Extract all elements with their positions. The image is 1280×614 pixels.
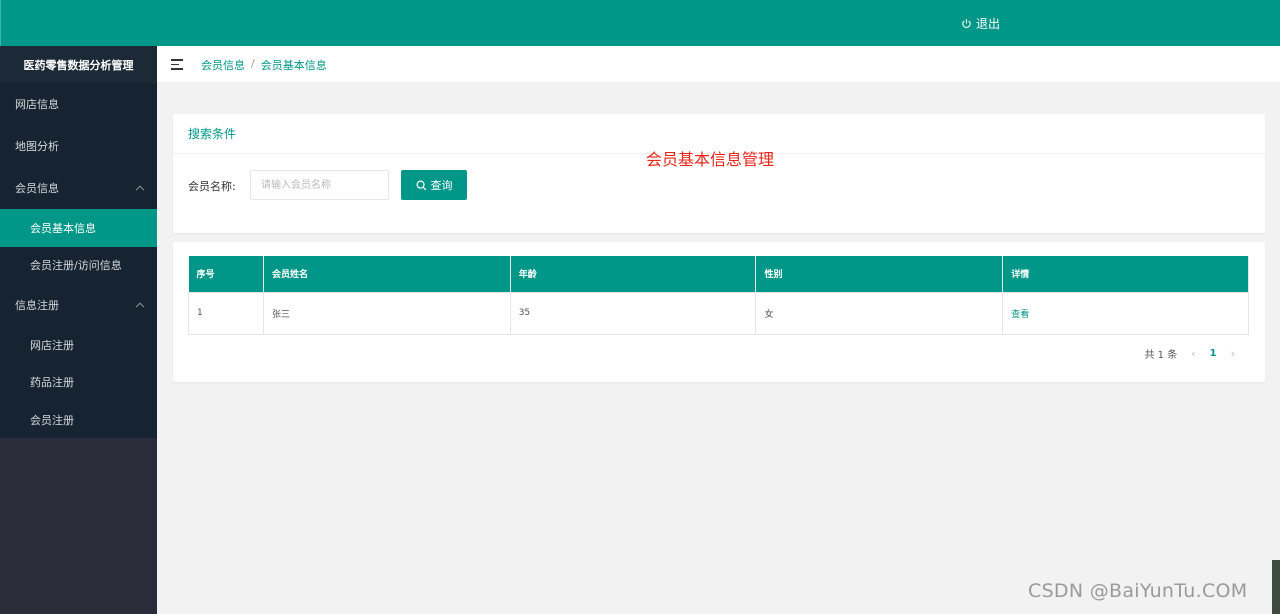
- table-row: 1 张三 35 女 查看: [188, 291, 1249, 335]
- cell-name: 张三: [262, 291, 511, 335]
- sidebar-item-label: 地图分析: [15, 140, 59, 153]
- sidebar-item-label: 网店信息: [15, 98, 59, 111]
- column-header-gender: 性别: [755, 256, 1004, 292]
- column-header-index: 序号: [188, 256, 264, 292]
- top-bar: 退出: [0, 0, 1280, 46]
- sidebar-item-map-analysis[interactable]: 地图分析: [0, 125, 157, 167]
- sidebar-item-label: 网店注册: [30, 338, 74, 352]
- power-icon: [962, 18, 971, 29]
- watermark: CSDN @BaiYunTu.COM: [1028, 580, 1248, 602]
- table-header-row: 序号 会员姓名 年龄 性别 详情: [188, 256, 1249, 292]
- page-number[interactable]: 1: [1210, 348, 1217, 359]
- breadcrumb-bar: 会员信息 / 会员基本信息: [157, 46, 1280, 83]
- view-detail-link[interactable]: 查看: [1002, 291, 1249, 335]
- sidebar-item-shop-info[interactable]: 网店信息: [0, 83, 157, 125]
- cell-gender: 女: [755, 291, 1004, 335]
- breadcrumb-parent[interactable]: 会员信息: [201, 57, 245, 73]
- total-count: 共 1 条: [1144, 350, 1178, 361]
- window-edge: [1272, 560, 1280, 614]
- sidebar-item-drug-register[interactable]: 药品注册: [0, 364, 157, 402]
- sidebar-item-info-register[interactable]: 信息注册: [0, 284, 157, 326]
- page-heading: 会员基本信息管理: [646, 150, 775, 169]
- cell-age: 35: [509, 291, 757, 335]
- logout-button[interactable]: 退出: [961, 15, 1000, 32]
- cell-index: 1: [188, 291, 264, 335]
- search-card: 搜索条件 会员基本信息管理 会员名称: 查询: [173, 114, 1265, 233]
- menu-toggle-icon[interactable]: [171, 59, 183, 70]
- breadcrumb-current: 会员基本信息: [260, 59, 327, 72]
- table-card: 序号 会员姓名 年龄 性别 详情 1 张三 35 女 查看 共 1 条 ‹ 1 …: [173, 242, 1265, 382]
- member-table: 序号 会员姓名 年龄 性别 详情 1 张三 35 女 查看: [188, 256, 1249, 335]
- breadcrumb-separator: /: [251, 57, 255, 70]
- breadcrumb: 会员信息 / 会员基本信息: [201, 57, 327, 73]
- pagination: 共 1 条 ‹ 1 ›: [1144, 346, 1235, 361]
- member-name-label: 会员名称:: [188, 180, 236, 193]
- sidebar-item-label: 会员注册/访问信息: [30, 259, 122, 273]
- sidebar-item-label: 会员信息: [15, 182, 59, 195]
- sidebar-item-member-register-visit[interactable]: 会员注册/访问信息: [0, 247, 157, 285]
- sidebar-item-label: 会员注册: [30, 413, 74, 427]
- prev-page-icon[interactable]: ‹: [1191, 347, 1195, 360]
- sidebar-item-member-info[interactable]: 会员信息: [0, 167, 157, 209]
- column-header-name: 会员姓名: [263, 256, 511, 292]
- sidebar-item-member-basic-info[interactable]: 会员基本信息: [0, 209, 157, 247]
- chevron-up-icon: [135, 185, 145, 195]
- column-header-age: 年龄: [510, 256, 757, 292]
- sidebar-item-member-register[interactable]: 会员注册: [0, 401, 157, 439]
- chevron-up-icon: [135, 302, 145, 312]
- logout-label: 退出: [976, 17, 1001, 31]
- search-icon: [416, 180, 426, 190]
- app-title: 医药零售数据分析管理: [0, 46, 157, 83]
- sidebar-item-shop-register[interactable]: 网店注册: [0, 326, 157, 364]
- search-button[interactable]: 查询: [401, 170, 467, 200]
- search-button-label: 查询: [430, 179, 453, 192]
- sidebar-item-label: 药品注册: [30, 376, 74, 390]
- sidebar: 医药零售数据分析管理 网店信息 地图分析 会员信息 会员基本信息 会员注册/访问…: [0, 46, 157, 614]
- member-name-input[interactable]: [250, 170, 389, 200]
- column-header-detail: 详情: [1002, 256, 1249, 292]
- sidebar-item-label: 信息注册: [15, 299, 59, 312]
- next-page-icon[interactable]: ›: [1231, 347, 1235, 360]
- sidebar-item-label: 会员基本信息: [30, 221, 96, 235]
